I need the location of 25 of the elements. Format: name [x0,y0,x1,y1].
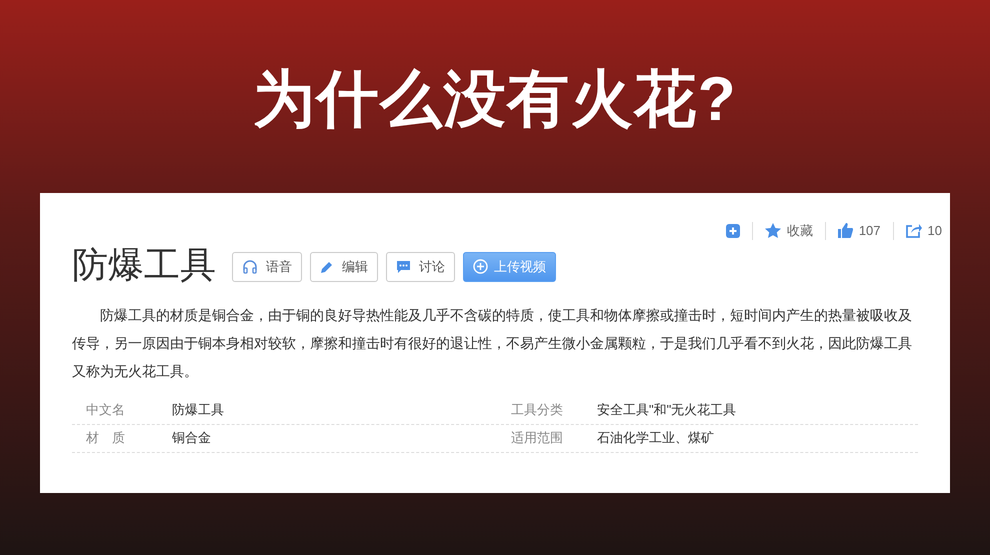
headphones-icon [242,258,258,274]
info-label: 材 质 [85,429,126,448]
share-icon [906,223,922,238]
info-value: 铜合金 [172,429,212,448]
discuss-button[interactable]: 讨论 [386,252,455,282]
add-icon[interactable] [726,224,740,238]
info-value: 石油化学工业、煤矿 [597,429,715,448]
info-label: 适用范围 [510,429,564,448]
slide-title: 为什么没有火花? [252,64,738,136]
entry-title: 防爆工具 [72,242,216,286]
audio-button[interactable]: 语音 [232,252,302,282]
star-icon [764,223,781,238]
like-button[interactable]: 107 [838,221,881,240]
chat-icon [396,260,411,274]
info-label: 工具分类 [510,401,564,420]
plus-circle-icon [473,259,488,274]
info-label: 中文名 [85,401,126,420]
edit-button[interactable]: 编辑 [310,252,378,282]
share-button[interactable]: 10 [906,221,942,240]
info-value: 安全工具"和"无火花工具 [597,401,738,420]
favorite-button[interactable]: 收藏 [764,221,813,240]
info-value: 防爆工具 [172,401,225,420]
summary-paragraph: 防爆工具的材质是铜合金，由于铜的良好导热性能及几乎不含碳的特质，使工具和物体摩擦或撞击时，短时间内产生的热量被吸收及传导，另一原因由于铜本身相对较软，摩擦和撞击时有很好的退让性，不易产生微小金属颗粒，于是我们几乎看不到火花，因此防爆工具又称为无火花工具。 [72,306,913,380]
pencil-icon [320,260,334,274]
thumbs-up-icon [838,223,853,238]
